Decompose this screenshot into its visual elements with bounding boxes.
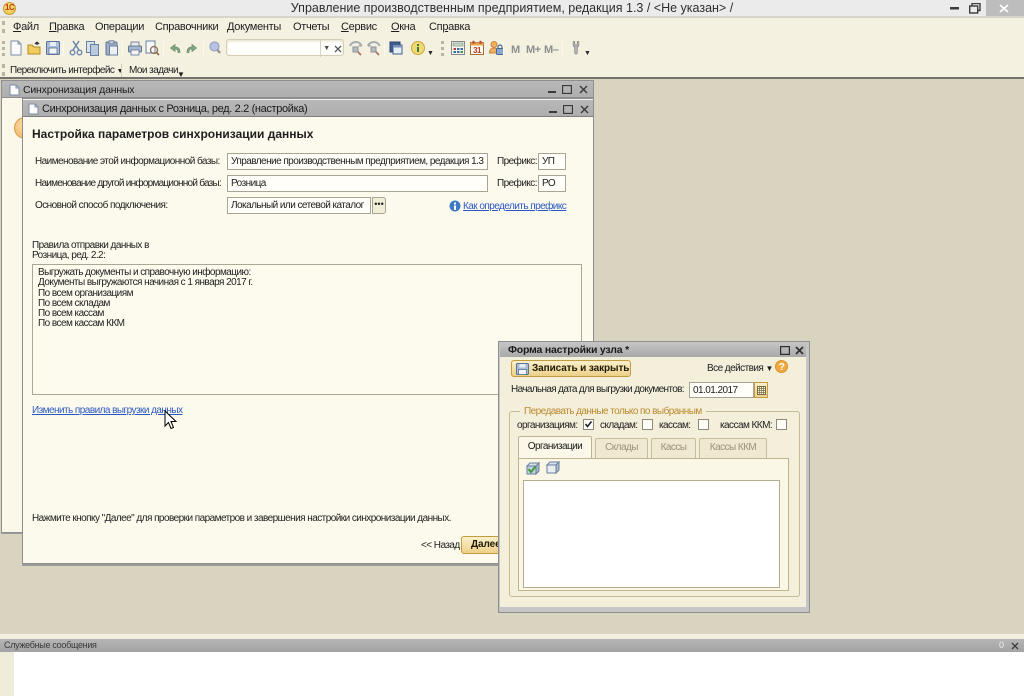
svg-text:31: 31 xyxy=(473,46,482,55)
